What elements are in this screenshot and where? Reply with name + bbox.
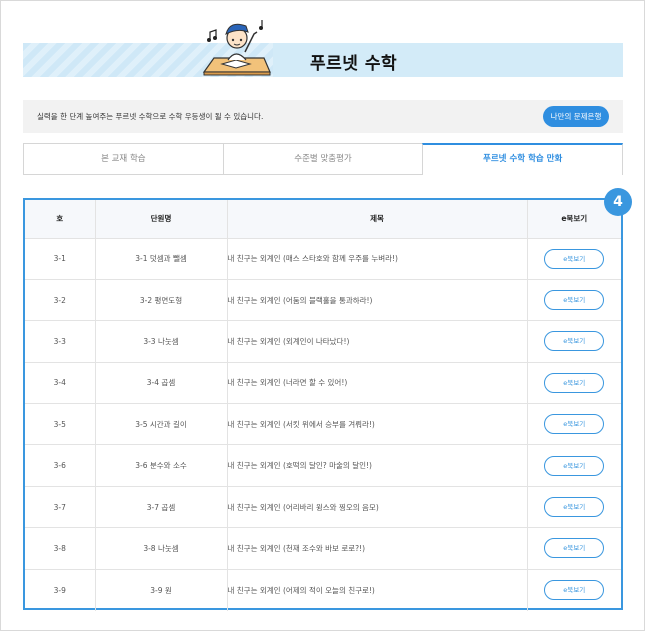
row-title: 내 친구는 외계인 (천재 조수와 바보 로로?!)	[226, 527, 527, 570]
tab-level-assessment[interactable]: 수준별 맞춤평가	[222, 143, 423, 175]
description-bar: 실력을 한 단계 높여주는 푸르넷 수학으로 수학 우등생이 될 수 있습니다.…	[23, 100, 623, 133]
ebook-view-button[interactable]: e북보기	[544, 538, 605, 559]
ebook-view-button[interactable]: e북보기	[544, 331, 605, 352]
row-ebook-cell: e북보기	[526, 362, 621, 405]
tab-math-comics[interactable]: 푸르넷 수학 학습 만화	[422, 143, 624, 175]
column-header-unit: 단원명	[94, 200, 227, 239]
row-ebook-cell: e북보기	[526, 279, 621, 322]
ebook-view-button[interactable]: e북보기	[544, 372, 605, 393]
table-row: 3-9 3-9 원내 친구는 외계인 (어제의 적이 오늘의 친구로!) e북보기	[25, 569, 621, 611]
row-ebook-cell: e북보기	[526, 486, 621, 529]
row-ebook-cell: e북보기	[526, 569, 621, 611]
row-title: 내 친구는 외계인 (어제의 적이 오늘의 친구로!)	[226, 569, 527, 611]
row-title: 내 친구는 외계인 (매스 스타호와 함께 우주를 누벼라!)	[226, 238, 527, 280]
table-row: 3-5 3-5 시간과 길이 내 친구는 외계인 (서킷 위에서 승부를 겨뤄라!)…	[25, 403, 621, 446]
row-title: 내 친구는 외계인 (서킷 위에서 승부를 겨뤄라!)	[226, 403, 527, 446]
row-unit: 3-2 평면도형	[94, 279, 227, 322]
row-title: 내 친구는 외계인 (어둠의 블랙홀을 통과하라!)	[226, 279, 527, 322]
row-no: 3-2	[25, 279, 95, 322]
row-no: 3-7	[25, 486, 95, 529]
ebook-view-button[interactable]: e북보기	[544, 580, 605, 601]
comics-table: 호 단원명 제목 e북보기 3-1 3-1 덧셈과 뺄셈 내 친구는 외계인 (매스…	[25, 200, 621, 611]
table-row: 3-7 3-7 곱셈 내 친구는 외계인 (어리바리 윙스와 찡오의 음모) e북보기	[25, 486, 621, 529]
ebook-view-button[interactable]: e북보기	[544, 414, 605, 435]
row-no: 3-9	[53, 585, 66, 595]
row-title: 내 친구는 외계인 (외계인이 나타났다!)	[226, 320, 527, 363]
row-no: 3-5	[25, 403, 95, 446]
row-ebook-cell: e북보기	[526, 444, 621, 487]
tab-bar: 본 교재 학습 수준별 맞춤평가 푸르넷 수학 학습 만화	[23, 143, 624, 175]
row-unit: 3-3 나눗셈	[94, 320, 227, 363]
row-unit: 3-9 원	[94, 569, 227, 611]
row-ebook-cell: e북보기	[526, 527, 621, 570]
table-row: 3-6 3-6 분수와 소수 내 친구는 외계인 (호떡의 달인? 마술의 달인!)…	[25, 444, 621, 487]
row-ebook-cell: e북보기	[526, 320, 621, 363]
table-row: 3-4 3-4 곱셈 내 친구는 외계인 (너라면 할 수 있어!) e북보기	[25, 362, 621, 405]
description-text: 실력을 한 단계 높여주는 푸르넷 수학으로 수학 우등생이 될 수 있습니다.	[37, 112, 264, 121]
ebook-view-button[interactable]: e북보기	[544, 290, 605, 311]
column-header-title: 제목	[226, 200, 527, 239]
row-no: 3-3	[25, 320, 95, 363]
table-row: 3-1 3-1 덧셈과 뺄셈 내 친구는 외계인 (매스 스타호와 함께 우주를 누…	[25, 238, 621, 280]
problem-bank-button[interactable]: 나만의 문제은행	[543, 106, 609, 127]
row-unit: 3-5 시간과 길이	[94, 403, 227, 446]
row-unit: 3-6 분수와 소수	[94, 444, 227, 487]
table-row: 3-3 3-3 나눗셈 내 친구는 외계인 (외계인이 나타났다!) e북보기	[25, 320, 621, 363]
row-no: 3-8	[25, 527, 95, 570]
ebook-view-button[interactable]: e북보기	[544, 455, 605, 476]
column-header-no: 호	[25, 200, 95, 239]
row-unit: 3-4 곱셈	[94, 362, 227, 405]
page-title: 푸르넷 수학	[310, 54, 398, 74]
step-number-badge: 4	[604, 188, 632, 216]
row-unit: 3-8 나눗셈	[94, 527, 227, 570]
row-ebook-cell: e북보기	[526, 403, 621, 446]
table-row: 3-2 3-2 평면도형 내 친구는 외계인 (어둠의 블랙홀을 통과하라!) e북보…	[25, 279, 621, 322]
row-title: 내 친구는 외계인 (너라면 할 수 있어!)	[226, 362, 527, 405]
row-no: 3-6	[25, 444, 95, 487]
comics-table-panel: 호 단원명 제목 e북보기 3-1 3-1 덧셈과 뺄셈 내 친구는 외계인 (매스…	[23, 198, 623, 611]
mascot-illustration	[202, 20, 271, 76]
row-no: 3-1	[25, 238, 95, 280]
row-title: 내 친구는 외계인 (어리바리 윙스와 찡오의 음모)	[226, 486, 527, 529]
table-row: 3-8 3-8 나눗셈 내 친구는 외계인 (천재 조수와 바보 로로?!) e북보기	[25, 527, 621, 570]
row-no: 3-4	[25, 362, 95, 405]
ebook-view-button[interactable]: e북보기	[544, 248, 605, 269]
table-header-row: 호 단원명 제목 e북보기	[25, 200, 621, 239]
row-ebook-cell: e북보기	[526, 238, 621, 280]
row-unit: 3-1 덧셈과 뺄셈	[94, 238, 227, 280]
row-title: 내 친구는 외계인 (호떡의 달인? 마술의 달인!)	[226, 444, 527, 487]
tab-main-textbook[interactable]: 본 교재 학습	[23, 143, 223, 175]
ebook-view-button[interactable]: e북보기	[544, 497, 605, 518]
row-unit: 3-7 곱셈	[94, 486, 227, 529]
